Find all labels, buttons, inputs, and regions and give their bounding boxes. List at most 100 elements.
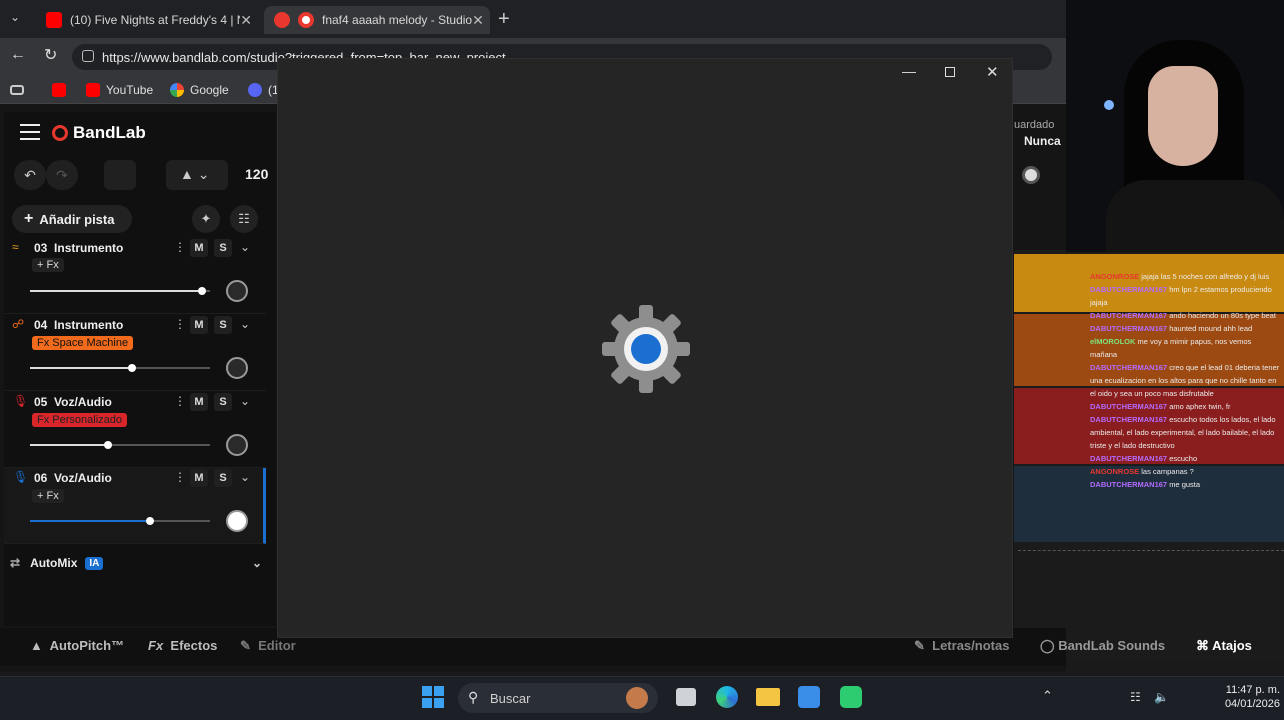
editor-button[interactable]: ✎ Editor (240, 638, 296, 654)
undo-icon[interactable]: ↶ (14, 160, 46, 190)
stop-icon[interactable] (104, 160, 136, 190)
mic-icon: 🎙 (13, 470, 29, 484)
bandlab-app-icon[interactable] (840, 686, 862, 708)
edge-browser-icon[interactable] (716, 686, 738, 708)
bandlab-logo[interactable]: BandLab (52, 123, 146, 143)
bookmark-discord[interactable]: (1 (248, 80, 279, 100)
bandlab-icon: ◯ (1040, 638, 1055, 653)
file-explorer-icon[interactable] (756, 688, 780, 706)
clock-date: 04/01/2026 (1224, 698, 1280, 710)
fx-button[interactable]: Fx Personalizado (32, 413, 127, 427)
chat-message: ANGONROSE jajaja las 5 noches con alfred… (1090, 272, 1270, 281)
volume-knob[interactable] (1022, 166, 1040, 184)
fx-button[interactable]: + Fx (32, 489, 64, 503)
waves-icon: ≈ (12, 240, 19, 254)
tab-list-dropdown[interactable]: ⌄ (10, 10, 20, 24)
close-icon[interactable]: ✕ (472, 12, 484, 29)
new-tab-button[interactable]: + (498, 8, 510, 31)
volume-slider-thumb[interactable] (198, 287, 206, 295)
shortcuts-button[interactable]: ⌘ Atajos (1196, 638, 1252, 654)
track-06[interactable]: 🎙 06 Voz/Audio ⋮ M S ⌄ + Fx (4, 468, 266, 544)
bandlab-sounds-button[interactable]: ◯ BandLab Sounds (1040, 638, 1165, 654)
volume-slider[interactable] (30, 441, 210, 449)
google-icon (170, 83, 184, 97)
microsoft-store-icon[interactable] (798, 686, 820, 708)
solo-button[interactable]: S (214, 393, 232, 411)
reload-icon[interactable]: ↻ (44, 45, 57, 65)
solo-button[interactable]: S (214, 316, 232, 334)
track-03[interactable]: ≈ 03 Instrumento ⋮ M S ⌄ + Fx (4, 238, 266, 314)
track-04[interactable]: ☍ 04 Instrumento ⋮ M S ⌄ Fx Space Machin… (4, 315, 266, 391)
chevron-down-icon[interactable]: ⌄ (252, 556, 262, 570)
bookmark-youtube-icon-only[interactable] (52, 80, 72, 100)
chat-message: DABUTCHERMAN167 amo aphex twin, fr (1090, 402, 1231, 411)
metronome-icon[interactable]: ▲ ⌄ (166, 160, 228, 190)
mute-button[interactable]: M (190, 393, 208, 411)
network-icon[interactable]: ☷ (1130, 690, 1141, 704)
menu-icon[interactable] (20, 124, 40, 140)
pan-knob[interactable] (226, 280, 248, 302)
search-highlight-icon (626, 687, 648, 709)
discord-icon (248, 83, 262, 97)
pan-knob[interactable] (226, 357, 248, 379)
effects-button[interactable]: Fx Efectos (148, 638, 217, 653)
tab-youtube[interactable]: (10) Five Nights at Freddy's 4 | Nig ✕ (36, 6, 262, 34)
fx-icon: Fx (148, 638, 164, 653)
saved-label: uardado (1014, 119, 1055, 131)
taskbar-search[interactable]: ⚲ Buscar (458, 683, 658, 713)
add-track-button[interactable]: + Añadir pista (12, 205, 132, 233)
autopitch-button[interactable]: ▲ AutoPitch™ (30, 638, 124, 653)
volume-slider-thumb[interactable] (104, 441, 112, 449)
tab-title: (10) Five Nights at Freddy's 4 | Nig (70, 13, 240, 27)
mute-button[interactable]: M (190, 316, 208, 334)
wand-icon[interactable]: ✦ (192, 205, 220, 233)
automix-row[interactable]: ⇄ AutoMix IA ⌄ (10, 553, 262, 573)
mixer-icon[interactable]: ☷ (230, 205, 258, 233)
mute-button[interactable]: M (190, 239, 208, 257)
site-info-icon[interactable] (82, 50, 94, 62)
more-options-icon[interactable]: ⋮ (174, 240, 186, 254)
pan-knob[interactable] (226, 510, 248, 532)
close-button[interactable]: ✕ (986, 63, 999, 81)
redo-icon[interactable]: ↷ (46, 160, 78, 190)
volume-slider[interactable] (30, 287, 210, 295)
fx-button[interactable]: Fx Space Machine (32, 336, 134, 350)
lyrics-button[interactable]: ✎ Letras/notas (914, 638, 1009, 654)
tab-bandlab-studio[interactable]: fnaf4 aaaah melody - Studio ✕ (264, 6, 490, 34)
clock-time: 11:47 p. m. (1225, 684, 1280, 696)
bookmark-youtube[interactable]: YouTube (86, 80, 153, 100)
volume-icon[interactable]: 🔈 (1154, 690, 1169, 704)
volume-slider[interactable] (30, 364, 210, 372)
close-icon[interactable]: ✕ (240, 12, 252, 29)
more-options-icon[interactable]: ⋮ (174, 470, 186, 484)
chevron-down-icon[interactable]: ⌄ (240, 394, 250, 408)
track-number: 05 (34, 395, 48, 409)
headphone-light (1104, 100, 1114, 110)
clock[interactable]: 11:47 p. m. 04/01/2026 (1196, 683, 1280, 711)
volume-slider-thumb[interactable] (146, 517, 154, 525)
task-view-icon[interactable] (676, 688, 696, 706)
back-icon[interactable]: ← (10, 46, 26, 64)
volume-slider[interactable] (30, 517, 210, 525)
fx-button[interactable]: + Fx (32, 258, 64, 272)
minimize-button[interactable]: — (902, 63, 916, 79)
chat-message: DABUTCHERMAN167 escucho (1090, 454, 1198, 463)
solo-button[interactable]: S (214, 469, 232, 487)
more-options-icon[interactable]: ⋮ (174, 394, 186, 408)
youtube-favicon-icon (46, 12, 62, 28)
bookmark-google[interactable]: Google (170, 80, 229, 100)
chevron-down-icon[interactable]: ⌄ (240, 317, 250, 331)
chevron-down-icon[interactable]: ⌄ (240, 240, 250, 254)
start-windows-icon[interactable] (422, 686, 444, 708)
volume-slider-thumb[interactable] (128, 364, 136, 372)
mute-button[interactable]: M (190, 469, 208, 487)
apps-icon[interactable] (10, 80, 24, 100)
chevron-down-icon[interactable]: ⌄ (240, 470, 250, 484)
tempo-value[interactable]: 120 (245, 166, 268, 182)
more-options-icon[interactable]: ⋮ (174, 317, 186, 331)
solo-button[interactable]: S (214, 239, 232, 257)
track-05[interactable]: 🎙 05 Voz/Audio ⋮ M S ⌄ Fx Personalizado (4, 392, 266, 468)
maximize-button[interactable] (945, 67, 955, 77)
pan-knob[interactable] (226, 434, 248, 456)
show-hidden-icons[interactable]: ⌃ (1042, 688, 1053, 704)
